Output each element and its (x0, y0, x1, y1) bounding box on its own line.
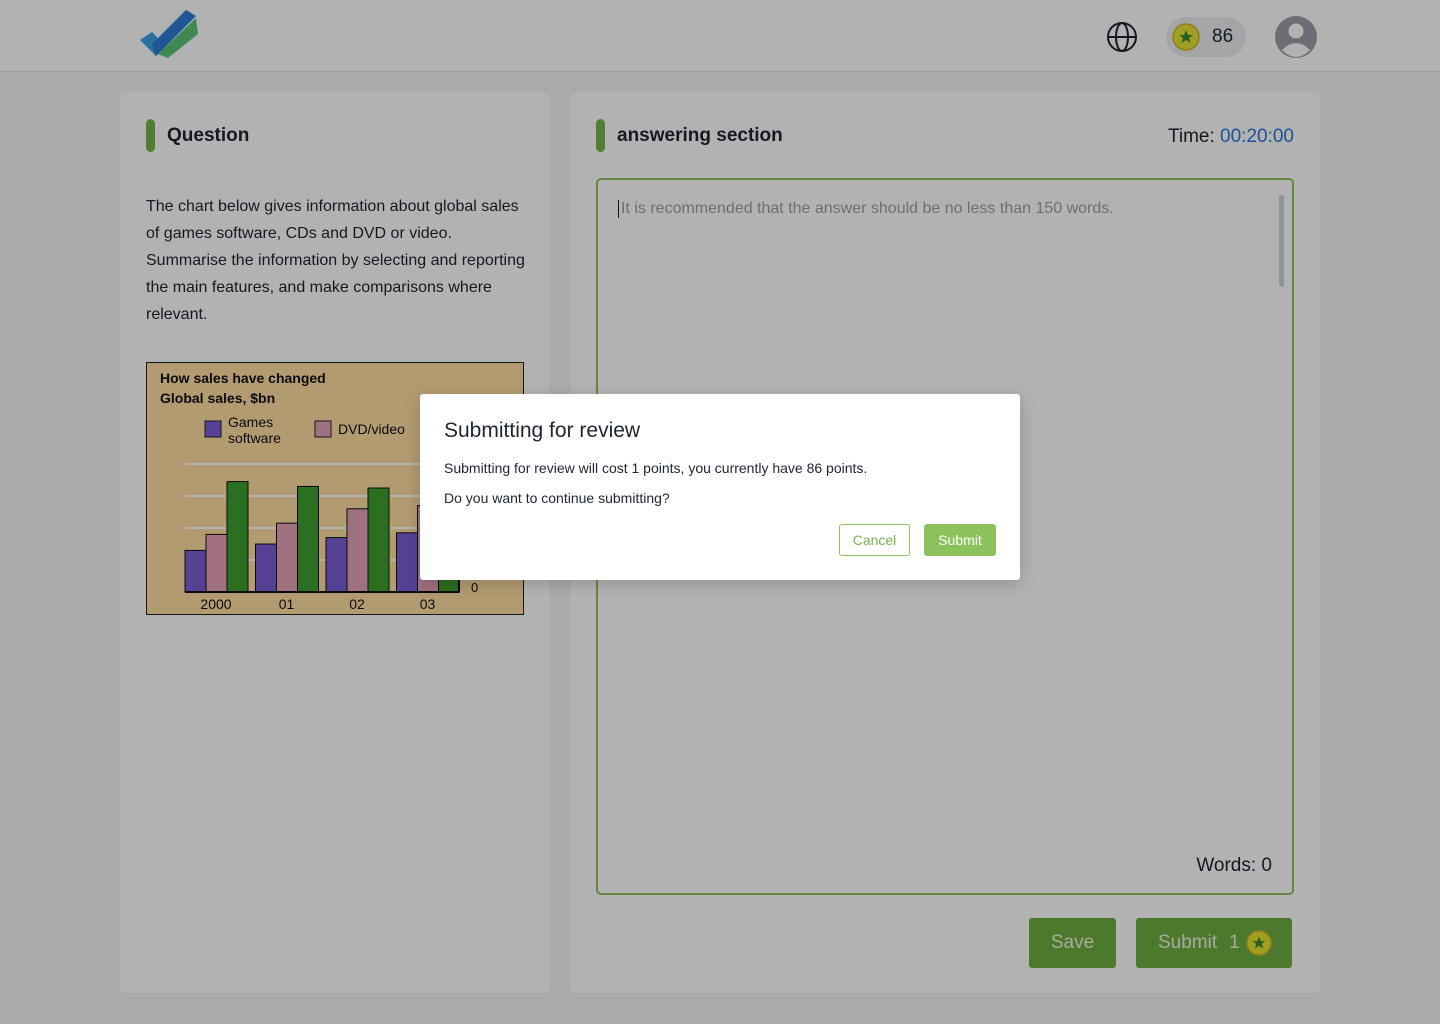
cancel-button[interactable]: Cancel (839, 524, 910, 556)
confirm-submit-button[interactable]: Submit (924, 524, 996, 556)
dialog-question: Do you want to continue submitting? (444, 490, 670, 506)
dialog-message: Submitting for review will cost 1 points… (444, 460, 868, 476)
submit-review-dialog: Submitting for review Submitting for rev… (420, 394, 1020, 580)
dialog-title: Submitting for review (444, 419, 641, 442)
